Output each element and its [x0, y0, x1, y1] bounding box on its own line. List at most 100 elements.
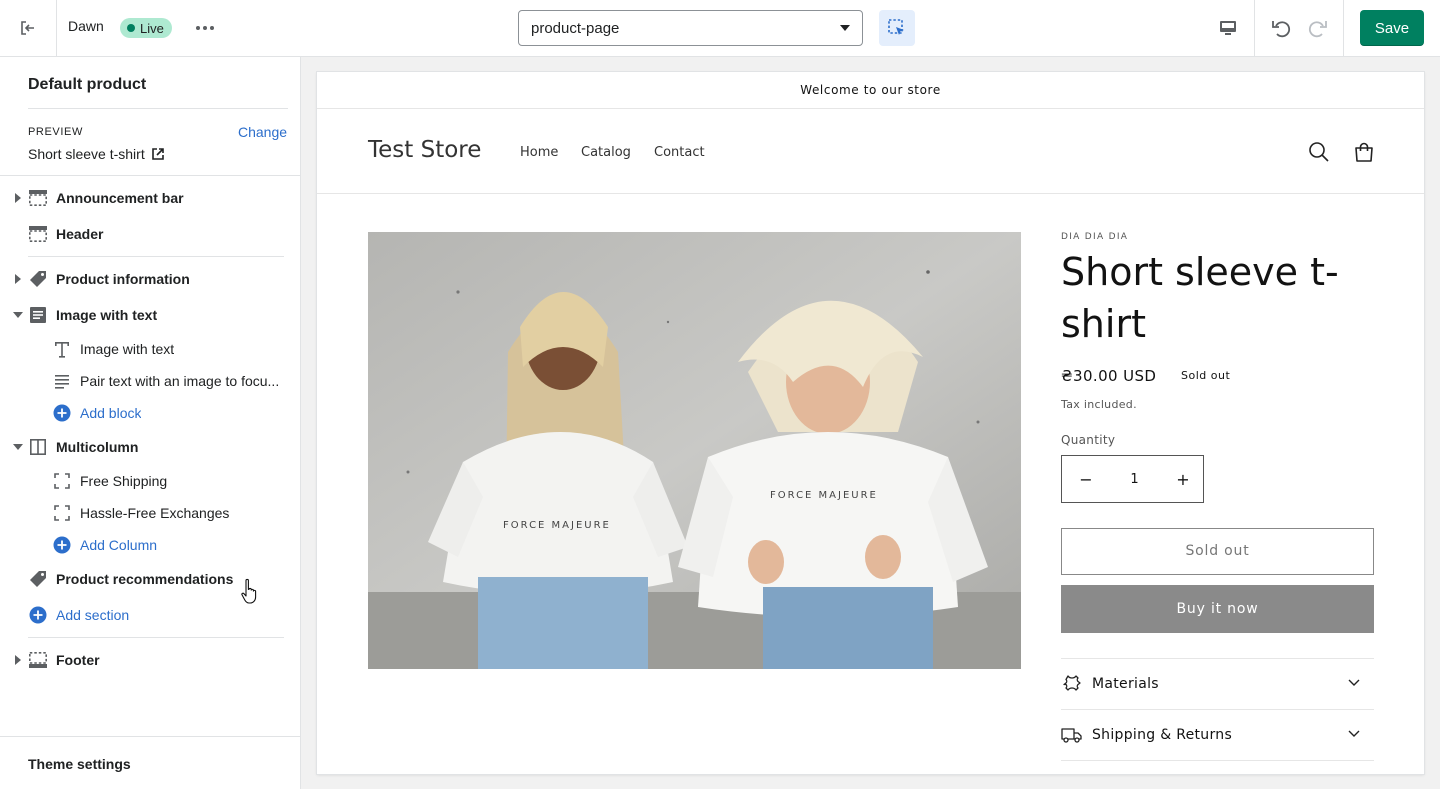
- exit-icon: [21, 21, 34, 35]
- caret-right-icon[interactable]: [13, 655, 23, 665]
- search-icon[interactable]: [1308, 141, 1330, 163]
- header-layout-icon: [28, 224, 48, 244]
- accordion-label: Shipping & Returns: [1092, 727, 1233, 743]
- block-column[interactable]: Free Shipping: [0, 466, 300, 496]
- leather-icon: [1061, 673, 1083, 695]
- redo-icon: [1308, 21, 1327, 38]
- add-column-button[interactable]: Add Column: [0, 530, 300, 560]
- quantity-stepper: − 1 +: [1061, 455, 1204, 503]
- quantity-label: Quantity: [1061, 433, 1116, 447]
- ellipsis-icon: [196, 26, 214, 30]
- section-label: Product information: [56, 271, 190, 287]
- block-text[interactable]: Pair text with an image to focu...: [0, 366, 300, 396]
- add-block-label: Add block: [80, 405, 142, 421]
- section-label: Footer: [56, 652, 100, 668]
- sold-out-button[interactable]: Sold out: [1061, 528, 1374, 575]
- caret-down-icon: [840, 25, 850, 31]
- tag-icon: [28, 569, 48, 589]
- undo-button[interactable]: [1266, 12, 1296, 44]
- nav-link-home[interactable]: Home: [520, 145, 558, 160]
- minus-icon[interactable]: −: [1078, 470, 1094, 489]
- columns-icon: [28, 437, 48, 457]
- exit-button[interactable]: [0, 0, 57, 56]
- chevron-down-icon: [1348, 730, 1360, 737]
- block-label: Free Shipping: [80, 473, 168, 489]
- caret-right-icon[interactable]: [13, 193, 23, 203]
- theme-settings-button[interactable]: Theme settings: [0, 736, 300, 789]
- redo-button[interactable]: [1303, 12, 1333, 44]
- accordion-label: Materials: [1092, 676, 1159, 692]
- template-select[interactable]: product-page: [518, 10, 863, 46]
- cart-icon[interactable]: [1352, 140, 1376, 164]
- section-image-with-text[interactable]: Image with text: [0, 300, 300, 330]
- topbar-divider: [1254, 0, 1255, 56]
- section-announcement-bar[interactable]: Announcement bar: [0, 183, 300, 213]
- caret-down-icon[interactable]: [13, 310, 23, 320]
- header-layout-icon: [28, 188, 48, 208]
- inspector-toggle-button[interactable]: [879, 10, 915, 46]
- block-label: Image with text: [80, 341, 175, 357]
- tax-note: Tax included.: [1061, 398, 1137, 411]
- plus-circle-icon: [28, 605, 48, 625]
- block-heading[interactable]: Image with text: [0, 334, 300, 364]
- plus-circle-icon: [52, 403, 72, 423]
- divider: [28, 637, 284, 638]
- buy-it-now-button[interactable]: Buy it now: [1061, 585, 1374, 633]
- add-column-label: Add Column: [80, 537, 158, 553]
- divider: [28, 108, 288, 109]
- select-pointer-icon: [888, 19, 904, 35]
- topbar-divider: [1343, 0, 1344, 56]
- preview-product-link[interactable]: Short sleeve t-shirt: [28, 146, 164, 162]
- section-footer[interactable]: Footer: [0, 645, 300, 675]
- section-label: Multicolumn: [56, 439, 139, 455]
- heading-text-icon: [52, 339, 72, 359]
- product-vendor: DIA DIA DIA: [1061, 232, 1129, 242]
- accordion-shipping-returns[interactable]: Shipping & Returns: [1061, 709, 1374, 760]
- caret-right-icon[interactable]: [13, 274, 23, 284]
- product-image[interactable]: FORCE MAJEURE FORCE MAJEURE: [368, 232, 1021, 669]
- block-label: Hassle-Free Exchanges: [80, 505, 230, 521]
- preview-product-name: Short sleeve t-shirt: [28, 146, 145, 162]
- section-label: Product recommendations: [56, 571, 234, 587]
- block-label: Pair text with an image to focu...: [80, 373, 280, 389]
- template-select-value: product-page: [531, 19, 620, 37]
- tag-icon: [28, 269, 48, 289]
- section-multicolumn[interactable]: Multicolumn: [0, 432, 300, 462]
- nav-link-contact[interactable]: Contact: [654, 145, 705, 160]
- section-header[interactable]: Header: [0, 219, 300, 249]
- nav-link-catalog[interactable]: Catalog: [581, 145, 631, 160]
- store-header: Test Store Home Catalog Contact: [317, 109, 1424, 194]
- block-column[interactable]: Hassle-Free Exchanges: [0, 498, 300, 528]
- desktop-view-button[interactable]: [1210, 10, 1246, 46]
- truck-icon: [1061, 724, 1083, 746]
- external-link-icon: [151, 148, 164, 160]
- product-title: Short sleeve t-shirt: [1061, 250, 1339, 346]
- undo-icon: [1272, 21, 1291, 38]
- sections-sidebar: Default product PREVIEW Change Short sle…: [0, 57, 301, 789]
- caret-down-icon[interactable]: [13, 442, 23, 452]
- live-badge: Live: [120, 18, 172, 38]
- store-logo[interactable]: Test Store: [368, 137, 481, 163]
- accordion-materials[interactable]: Materials: [1061, 658, 1374, 709]
- paragraph-icon: [52, 371, 72, 391]
- column-block-icon: [52, 503, 72, 523]
- divider: [0, 175, 300, 176]
- plus-circle-icon: [52, 535, 72, 555]
- more-actions-button[interactable]: [192, 16, 218, 40]
- quantity-value[interactable]: 1: [1130, 472, 1138, 487]
- plus-icon[interactable]: +: [1175, 470, 1191, 489]
- change-preview-link[interactable]: Change: [238, 124, 287, 140]
- announcement-bar[interactable]: Welcome to our store: [317, 72, 1424, 109]
- section-label: Header: [56, 226, 104, 242]
- preview-label: PREVIEW: [28, 126, 83, 138]
- section-label: Announcement bar: [56, 190, 184, 206]
- text-block-icon: [28, 305, 48, 325]
- save-button[interactable]: Save: [1360, 10, 1424, 46]
- storefront-preview: Welcome to our store Test Store Home Cat…: [317, 72, 1424, 774]
- section-product-information[interactable]: Product information: [0, 264, 300, 294]
- footer-layout-icon: [28, 650, 48, 670]
- template-title: Default product: [28, 76, 147, 93]
- add-block-button[interactable]: Add block: [0, 398, 300, 428]
- sold-out-badge: Sold out: [1181, 369, 1231, 382]
- hand-cursor-icon: [241, 578, 257, 604]
